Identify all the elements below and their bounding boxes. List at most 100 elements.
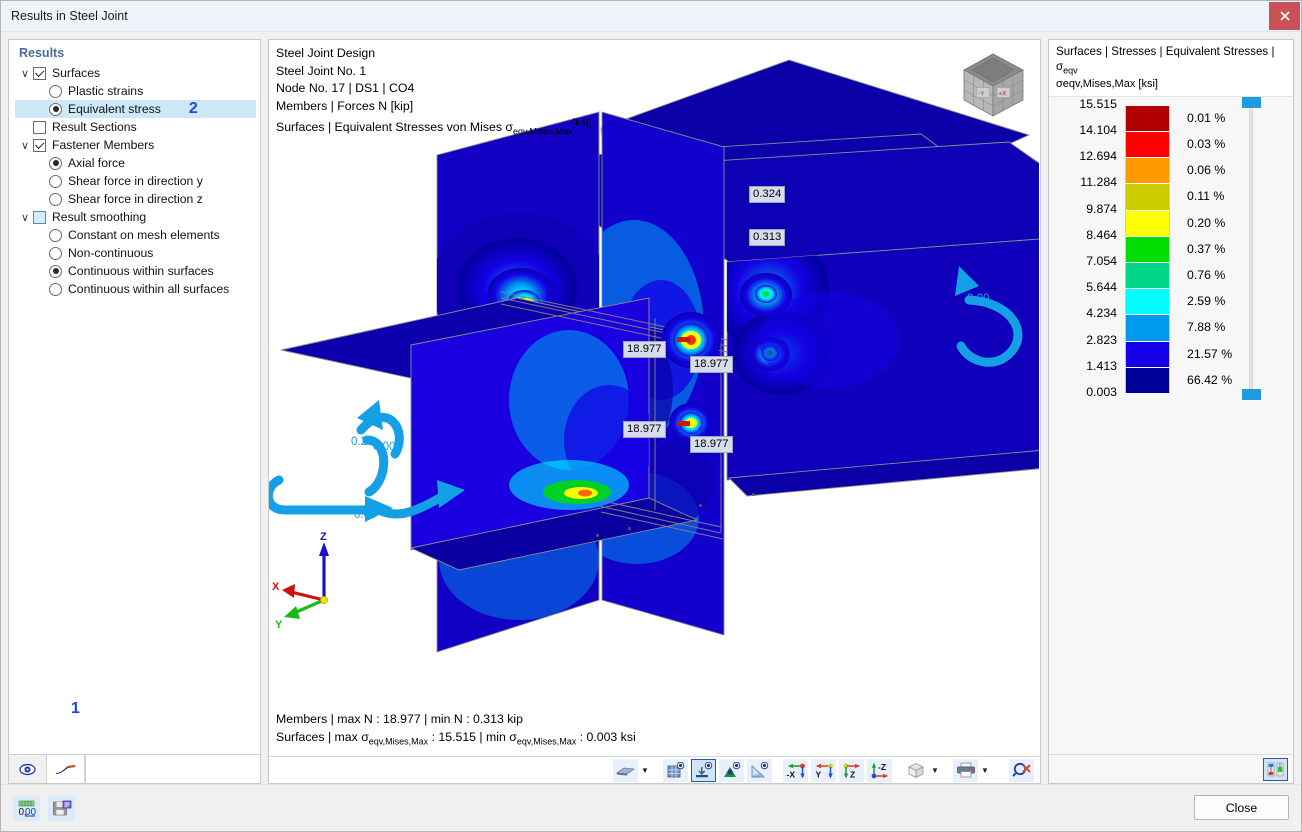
axis-label-z: Z	[320, 531, 327, 543]
legend-color-swatch[interactable]	[1125, 183, 1170, 210]
legend-color-swatch[interactable]	[1125, 131, 1170, 158]
tree-item-continuous-within-surfaces[interactable]: ∨Continuous within surfaces	[15, 262, 256, 280]
tree-item-shear-force-in-direction-y[interactable]: ∨Shear force in direction y	[15, 172, 256, 190]
info-line-2: Steel Joint No. 1	[276, 63, 367, 78]
decimal-places-button[interactable]: 0, 00	[13, 795, 40, 821]
view-z-icon: Z	[843, 763, 860, 779]
info-line-4: Members | Forces N [kip]	[276, 98, 414, 113]
legend-color-swatch[interactable]	[1125, 104, 1170, 131]
legend-panel: Surfaces | Stresses | Equivalent Stresse…	[1048, 39, 1294, 784]
legend-boundary-value: 15.515	[1079, 96, 1117, 111]
tree-item-label: Non-continuous	[68, 246, 154, 260]
tree-item-continuous-within-all-surfaces[interactable]: ∨Continuous within all surfaces	[15, 280, 256, 298]
tree-item-constant-on-mesh-elements[interactable]: ∨Constant on mesh elements	[15, 226, 256, 244]
save-results-button[interactable]	[48, 795, 75, 821]
results-diagram-button[interactable]	[47, 755, 85, 783]
checkbox-surfaces[interactable]	[33, 66, 46, 80]
tree-item-fastener-members[interactable]: ∨ Fastener Members	[15, 136, 256, 154]
legend-color-swatch[interactable]	[1125, 235, 1170, 262]
show-dimensions-button[interactable]	[747, 758, 772, 782]
radio-plastic-strains[interactable]	[49, 84, 62, 98]
legend-scroll-thumb-bottom[interactable]	[1242, 388, 1261, 400]
legend-scroll-track[interactable]	[1249, 106, 1253, 397]
tree-item-result-smoothing[interactable]: ∨ Result smoothing	[15, 208, 256, 226]
show-supports-button[interactable]	[691, 758, 716, 782]
legend-color-swatch[interactable]	[1125, 366, 1170, 393]
tree-item-label: Equivalent stress	[68, 102, 161, 116]
legend-percent: 21.57 %	[1187, 346, 1233, 361]
footer-left-buttons: 0, 00	[13, 795, 75, 821]
legend-boundary-value: 5.644	[1086, 280, 1117, 295]
legend-scrollbar[interactable]	[1242, 96, 1261, 407]
close-icon[interactable]	[1269, 2, 1300, 30]
numeric-precision-icon: 0, 00	[18, 800, 36, 817]
legend-scroll-thumb-top[interactable]	[1242, 96, 1261, 108]
surface-display-mode-button[interactable]	[613, 758, 638, 782]
viewport-toolbar: ▼ -X Y Z -Z ▼ ▼	[269, 756, 1040, 783]
radio-continuous-within-all-surfaces[interactable]	[49, 282, 62, 296]
legend-color-swatch[interactable]	[1125, 288, 1170, 315]
radio-shear-force-in-direction-z[interactable]	[49, 192, 62, 206]
chevron-down-icon[interactable]: ∨	[17, 67, 33, 80]
isometric-view-button[interactable]	[903, 758, 928, 782]
view-in-z-button[interactable]: Z	[839, 758, 864, 782]
show-loads-button[interactable]	[719, 758, 744, 782]
load-eye-icon	[723, 762, 740, 777]
viewport-info-top: Steel Joint Design Steel Joint No. 1 Nod…	[276, 45, 591, 141]
checkbox-result-smoothing[interactable]	[33, 210, 46, 224]
cube-icon	[907, 762, 924, 778]
node-dot	[628, 527, 631, 530]
tree-item-label: Shear force in direction y	[68, 174, 203, 188]
legend-boundary-value: 14.104	[1079, 123, 1117, 137]
result-value-label: 18.977	[623, 341, 666, 358]
chevron-down-icon[interactable]: ∨	[17, 139, 33, 152]
legend-percent: 0.03 %	[1187, 137, 1226, 152]
checkbox-fastener-members[interactable]	[33, 138, 46, 152]
radio-non-continuous[interactable]	[49, 246, 62, 260]
legend-color-swatch[interactable]	[1125, 261, 1170, 289]
radio-continuous-within-surfaces[interactable]	[49, 264, 62, 278]
tree-item-non-continuous[interactable]: ∨Non-continuous	[15, 244, 256, 262]
legend-color-swatch[interactable]	[1125, 209, 1170, 236]
tree-item-shear-force-in-direction-z[interactable]: ∨Shear force in direction z	[15, 190, 256, 208]
radio-constant-on-mesh-elements[interactable]	[49, 228, 62, 242]
axis-label-x: X	[272, 581, 280, 593]
result-value-label: 18.977	[690, 436, 733, 453]
print-button[interactable]	[953, 758, 978, 782]
view-in-y-button[interactable]: Y	[811, 758, 836, 782]
legend-color-swatch[interactable]	[1125, 314, 1170, 341]
tree-item-label: Axial force	[68, 156, 125, 170]
radio-equivalent-stress[interactable]	[49, 102, 62, 116]
tree-item-label: Shear force in direction z	[68, 192, 203, 206]
reset-zoom-button[interactable]	[1009, 758, 1034, 782]
print-caret[interactable]: ▼	[978, 758, 992, 782]
radio-shear-force-in-direction-y[interactable]	[49, 174, 62, 188]
close-button[interactable]: Close	[1194, 795, 1289, 820]
model-viewport[interactable]: Z X Y Steel Joint Design Steel Joint No.…	[269, 40, 1040, 756]
isometric-view-caret[interactable]: ▼	[928, 758, 942, 782]
tree-item-plastic-strains[interactable]: ∨Plastic strains	[15, 82, 256, 100]
results-tree-panel: Results ∨Surfaces∨Plastic strains∨Equiva…	[8, 39, 261, 784]
tree-item-surfaces[interactable]: ∨ Surfaces	[15, 64, 256, 82]
legend-color-swatch[interactable]	[1125, 340, 1170, 367]
radio-axial-force[interactable]	[49, 156, 62, 170]
visibility-button[interactable]	[9, 755, 47, 783]
view-x-icon: -X	[786, 763, 805, 779]
tree-item-result-sections[interactable]: ∨Result Sections	[15, 118, 256, 136]
results-tree: Results ∨Surfaces∨Plastic strains∨Equiva…	[9, 40, 260, 754]
legend-settings-button[interactable]	[1263, 757, 1288, 781]
tree-item-equivalent-stress[interactable]: ∨Equivalent stress2	[15, 100, 256, 118]
surfaces-minmax-line: Surfaces | max σeqv,Mises,Max : 15.515 |…	[276, 729, 636, 746]
legend-color-swatch[interactable]	[1125, 157, 1170, 184]
tree-item-axial-force[interactable]: ∨Axial force	[15, 154, 256, 172]
surface-display-mode-caret[interactable]: ▼	[638, 758, 652, 782]
view-in-x-button[interactable]: -X	[783, 758, 808, 782]
view-in-negative-z-button[interactable]: -Z	[867, 758, 892, 782]
tree-item-label: Surfaces	[52, 66, 101, 80]
chevron-down-icon[interactable]: ∨	[17, 211, 33, 224]
support-reaction-label: 0.00	[354, 509, 377, 521]
checkbox-result-sections[interactable]	[33, 120, 46, 134]
results-tree-title: Results	[19, 46, 65, 60]
show-mesh-button[interactable]	[663, 758, 688, 782]
view-cube[interactable]: -Y +X	[954, 46, 1032, 124]
